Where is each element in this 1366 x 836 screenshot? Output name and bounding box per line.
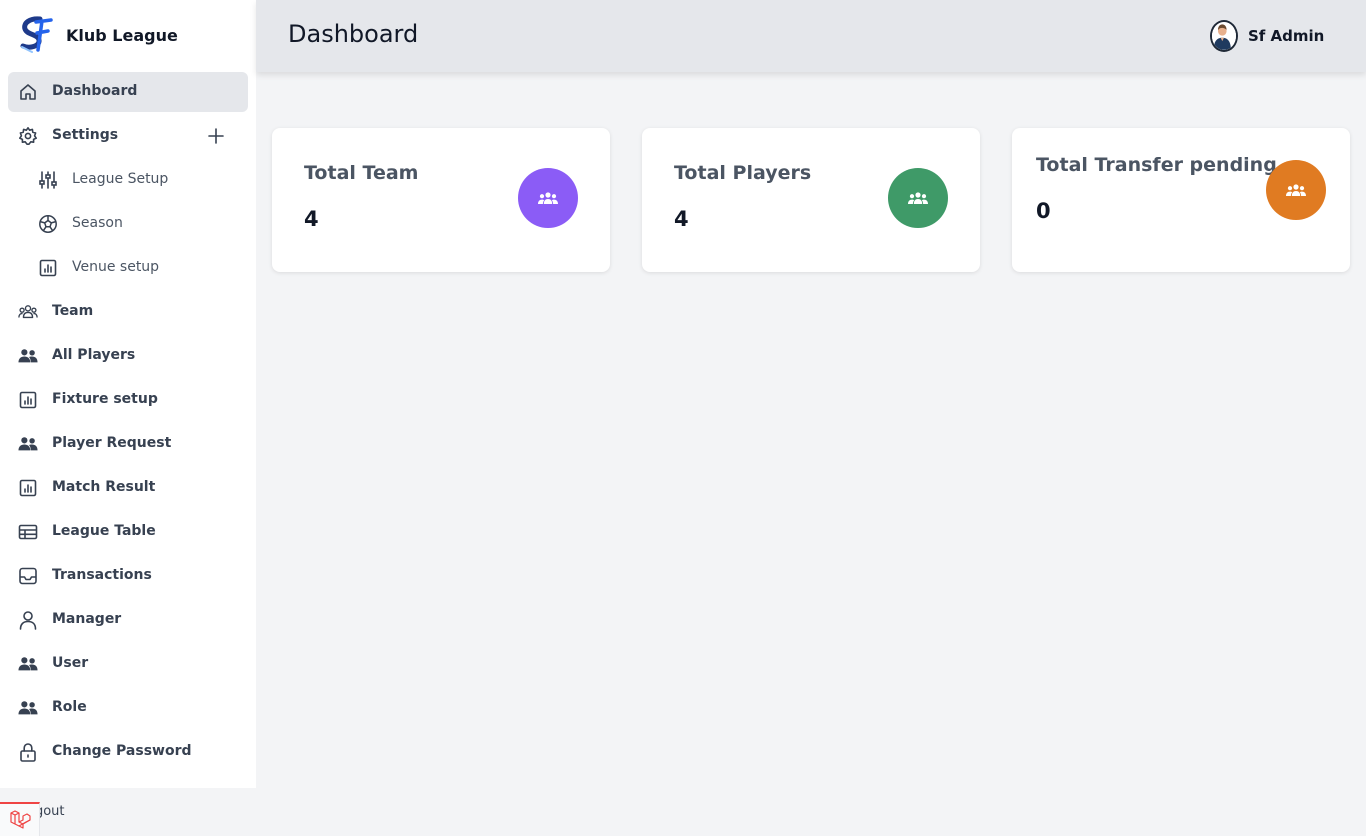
table-icon [18,522,38,542]
sidebar-item-label: Change Password [52,743,192,759]
sidebar-item-label: Player Request [52,435,172,451]
users-icon [18,698,38,718]
sidebar-item-label: Venue setup [72,259,160,275]
sidebar-item-all-players[interactable]: All Players [8,336,248,376]
user-group-icon [518,168,578,228]
sidebar-item-manager[interactable]: Manager [8,600,248,640]
sidebar-item-label: User [52,655,89,671]
stat-card-total-players: Total Players 4 [642,128,980,272]
users-icon [18,434,38,454]
sidebar-item-season[interactable]: Season [8,204,248,244]
sliders-icon [38,170,58,190]
user-name: Sf Admin [1248,27,1325,45]
sidebar-item-settings[interactable]: Settings [8,116,248,156]
gear-icon [18,126,38,146]
plus-icon[interactable] [206,126,226,146]
sidebar-item-label: Match Result [52,479,156,495]
users-icon [18,654,38,674]
sidebar-item-player-request[interactable]: Player Request [8,424,248,464]
sidebar-item-transactions[interactable]: Transactions [8,556,248,596]
card-title: Total Players [674,162,812,184]
sidebar-item-label: Role [52,699,87,715]
user-group-icon [1266,160,1326,220]
bar-chart-icon [18,390,38,410]
lock-icon [18,742,38,762]
card-title: Total Team [304,162,419,184]
sidebar-item-change-password[interactable]: Change Password [8,732,248,772]
card-value: 4 [674,207,689,231]
sidebar-item-venue-setup[interactable]: Venue setup [8,248,248,288]
home-icon [18,82,38,102]
card-value: 0 [1036,199,1051,223]
avatar[interactable] [1210,20,1238,52]
user-group-icon [18,302,38,322]
brand[interactable]: Klub League [18,16,178,54]
inbox-icon [18,566,38,586]
sidebar-item-team[interactable]: Team [8,292,248,332]
bar-chart-icon [18,478,38,498]
sidebar-item-label: Season [72,215,123,231]
bar-chart-icon [38,258,58,278]
card-value: 4 [304,207,319,231]
sidebar-item-label: Manager [52,611,122,627]
soccer-ball-icon [38,214,58,234]
sidebar-item-label: Dashboard [52,83,138,99]
sidebar-item-label: All Players [52,347,136,363]
stat-card-total-team: Total Team 4 [272,128,610,272]
sidebar-item-label: League Setup [72,171,169,187]
sidebar-item-dashboard[interactable]: Dashboard [8,72,248,112]
sidebar-item-label: Fixture setup [52,391,158,407]
card-title: Total Transfer pending [1036,154,1277,176]
sidebar-item-league-setup[interactable]: League Setup [8,160,248,200]
sidebar-item-league-table[interactable]: League Table [8,512,248,552]
top-bar: Dashboard Sf Admin [256,0,1366,72]
sidebar-item-user[interactable]: User [8,644,248,684]
sidebar-item-role[interactable]: Role [8,688,248,728]
sidebar-item-match-result[interactable]: Match Result [8,468,248,508]
stat-card-total-transfer-pending: Total Transfer pending 0 [1012,128,1350,272]
sidebar-item-label: Settings [52,127,119,143]
laravel-debugbar-icon[interactable] [0,802,40,836]
user-menu[interactable]: Sf Admin [1210,20,1324,52]
sidebar: Klub League Dashboard Settings League Se… [0,0,256,788]
sidebar-item-fixture-setup[interactable]: Fixture setup [8,380,248,420]
sidebar-item-label: Team [52,303,94,319]
brand-title: Klub League [66,25,178,45]
user-group-icon [888,168,948,228]
sidebar-item-label: League Table [52,523,156,539]
page-title: Dashboard [288,20,419,48]
sidebar-item-label: Transactions [52,567,152,583]
users-icon [18,346,38,366]
klub-league-logo [20,16,53,53]
user-icon [18,610,38,630]
